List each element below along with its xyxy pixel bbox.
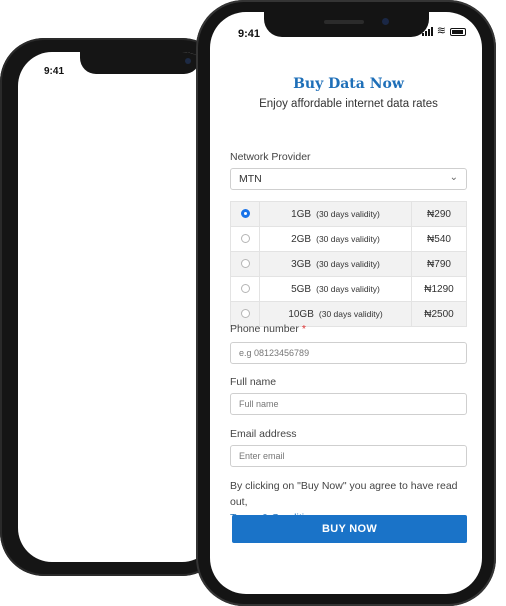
front-phone-mockup: 9:41 ≋ Buy Data Now Enjoy affordable int… bbox=[196, 0, 496, 606]
page-title: Buy Data Now bbox=[293, 76, 404, 92]
email-input[interactable] bbox=[230, 445, 467, 467]
battery-icon bbox=[450, 27, 466, 36]
plan-validity: (30 days validity) bbox=[316, 233, 380, 244]
plan-row[interactable]: 2GB (30 days validity) ₦540 bbox=[230, 226, 467, 252]
front-phone-screen: 9:41 ≋ Buy Data Now Enjoy affordable int… bbox=[210, 12, 482, 594]
buy-data-form: Buy Data Now Enjoy affordable internet d… bbox=[230, 76, 467, 543]
plan-row[interactable]: 3GB (30 days validity) ₦790 bbox=[230, 251, 467, 277]
phone-number-label: Phone number * bbox=[230, 323, 306, 335]
status-icons: ≋ bbox=[421, 25, 466, 37]
network-provider-label: Network Provider bbox=[230, 151, 311, 163]
plan-radio[interactable] bbox=[240, 234, 250, 244]
full-name-label: Full name bbox=[230, 376, 277, 388]
network-provider-select[interactable]: MTN ⌄ bbox=[230, 168, 467, 190]
email-label: Email address bbox=[230, 428, 297, 440]
plan-size: 10GB bbox=[288, 308, 314, 320]
back-phone-mockup: 9:41 bbox=[0, 38, 226, 576]
terms-agreement-text: By clicking on "Buy Now" you agree to ha… bbox=[230, 480, 458, 508]
plan-size: 1GB bbox=[291, 208, 312, 220]
full-name-input[interactable] bbox=[230, 393, 467, 415]
front-phone-notch bbox=[264, 12, 429, 37]
plan-validity: (30 days validity) bbox=[318, 308, 383, 319]
signal-icon bbox=[421, 27, 433, 36]
plan-price: ₦790 bbox=[411, 251, 467, 277]
plan-price: ₦1290 bbox=[411, 276, 467, 302]
plan-validity: (30 days validity) bbox=[316, 208, 380, 219]
buy-now-button[interactable]: BUY NOW bbox=[232, 515, 467, 543]
back-status-time: 9:41 bbox=[44, 66, 65, 77]
plan-row[interactable]: 5GB (30 days validity) ₦1290 bbox=[230, 276, 467, 302]
plan-price: ₦540 bbox=[411, 226, 467, 252]
plan-row[interactable]: 1GB (30 days validity) ₦290 bbox=[230, 201, 467, 227]
network-provider-value: MTN bbox=[239, 173, 262, 185]
plan-size: 5GB bbox=[291, 283, 312, 295]
plan-size: 3GB bbox=[291, 258, 312, 270]
page-subtitle: Enjoy affordable internet data rates bbox=[259, 98, 438, 110]
plan-radio[interactable] bbox=[240, 259, 250, 269]
required-mark: * bbox=[301, 323, 306, 335]
plan-radio[interactable] bbox=[240, 209, 250, 219]
back-phone-notch bbox=[80, 52, 200, 74]
back-phone-screen: 9:41 bbox=[18, 52, 216, 562]
wifi-icon: ≋ bbox=[436, 25, 446, 37]
plan-price: ₦2500 bbox=[411, 301, 467, 327]
camera-icon bbox=[382, 18, 389, 25]
data-plan-table: 1GB (30 days validity) ₦290 2GB (30 days v… bbox=[230, 201, 467, 327]
back-camera-icon bbox=[185, 58, 191, 64]
plan-radio[interactable] bbox=[240, 309, 250, 319]
status-time: 9:41 bbox=[238, 28, 261, 40]
plan-radio[interactable] bbox=[240, 284, 250, 294]
phone-number-input[interactable] bbox=[230, 342, 467, 364]
plan-validity: (30 days validity) bbox=[316, 283, 380, 294]
phone-number-label-text: Phone number bbox=[230, 323, 299, 335]
speaker-icon bbox=[324, 20, 364, 24]
plan-validity: (30 days validity) bbox=[316, 258, 380, 269]
chevron-down-icon: ⌄ bbox=[449, 172, 458, 183]
plan-size: 2GB bbox=[291, 233, 312, 245]
plan-price: ₦290 bbox=[411, 201, 467, 227]
